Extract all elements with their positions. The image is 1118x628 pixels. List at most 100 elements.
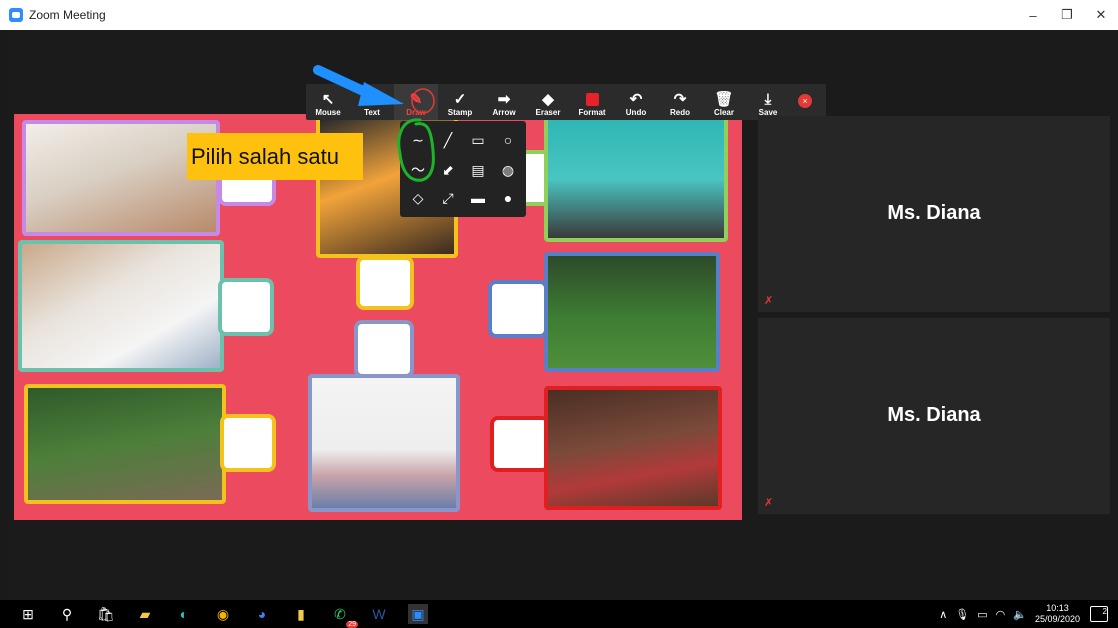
tool-label: Eraser	[535, 108, 561, 117]
tool-draw[interactable]: ✎ Draw	[394, 84, 438, 120]
photo-reading	[308, 374, 460, 512]
answer-box-reading[interactable]	[354, 320, 414, 378]
tool-label: Clear	[713, 108, 734, 117]
zoom-app-icon	[9, 8, 23, 22]
tool-stamp[interactable]: ✓ Stamp	[438, 84, 482, 120]
filled-rectangle-icon[interactable]: ▬	[464, 185, 492, 211]
volume-icon[interactable]: 🔈	[1013, 608, 1027, 621]
close-annotation-icon[interactable]: ×	[798, 94, 812, 108]
shared-worksheet	[14, 114, 742, 520]
tool-mouse[interactable]: ↖ Mouse	[306, 84, 350, 120]
notification-count: 2	[1102, 607, 1107, 616]
answer-box-singing[interactable]	[356, 256, 414, 310]
muted-mic-icon: ✗	[764, 295, 774, 307]
tool-arrow[interactable]: ➡ Arrow	[482, 84, 526, 120]
edge-icon[interactable]: ◐	[174, 604, 194, 624]
clock-date: 25/09/2020	[1034, 614, 1080, 624]
rectangle-outline-icon[interactable]: ▭	[464, 127, 492, 153]
undo-icon: ↶	[629, 90, 643, 108]
close-window-button[interactable]: ✕	[1084, 0, 1118, 30]
windows-start-icon[interactable]: ⊞	[18, 604, 38, 624]
tool-label: Undo	[625, 108, 647, 117]
draw-icon: ✎	[409, 90, 423, 108]
stamp-icon: ✓	[453, 90, 467, 108]
chrome-icon[interactable]: ◉	[213, 604, 233, 624]
filled-ellipse-icon[interactable]: ●	[494, 185, 522, 211]
taskbar-clock[interactable]: 10:13 25/09/2020	[1035, 603, 1080, 625]
tool-label: Mouse	[315, 108, 341, 117]
tool-label: Stamp	[447, 108, 473, 117]
restore-button[interactable]: ❐	[1050, 0, 1084, 30]
tool-label: Arrow	[492, 108, 516, 117]
thin-freehand-icon[interactable]: ∼	[404, 127, 432, 153]
tool-label: Redo	[670, 108, 690, 117]
photo-football	[544, 252, 720, 372]
word-icon[interactable]: W	[369, 604, 389, 624]
thick-freehand-icon[interactable]: 〜	[404, 157, 432, 183]
windows-taskbar: ⊞ ⚲ 🛍 ▰ ◐ ◉ ◕ ▮ ✆ 29 W ▣ ∧ 🎙 ▭ ◠ 🔈 10:13 …	[0, 600, 1118, 628]
trash-icon: 🗑	[714, 90, 734, 108]
tool-eraser[interactable]: ◆ Eraser	[526, 84, 570, 120]
tool-text[interactable]: T Text	[350, 84, 394, 120]
format-swatch-icon	[585, 90, 599, 108]
whatsapp-icon[interactable]: ✆ 29	[330, 604, 358, 628]
tool-undo[interactable]: ↶ Undo	[614, 84, 658, 120]
store-icon[interactable]: 🛍	[96, 604, 116, 624]
tool-clear[interactable]: 🗑 Clear	[702, 84, 746, 120]
photo-swimming	[544, 116, 728, 242]
participant-tile-1[interactable]: Ms. Diana ✗	[758, 116, 1110, 312]
tool-label: Draw	[406, 108, 426, 117]
clock-time: 10:13	[1046, 603, 1069, 613]
photo-dancing	[544, 386, 722, 510]
redo-icon: ↷	[673, 90, 687, 108]
semi-ellipse-icon[interactable]: ◍	[494, 157, 522, 183]
tool-format[interactable]: Format	[570, 84, 614, 120]
tool-label: Format	[578, 108, 606, 117]
system-tray: ∧ 🎙 ▭ ◠ 🔈 10:13 25/09/2020 2	[939, 600, 1118, 628]
format-color-swatch	[585, 92, 599, 106]
photo-bikes	[24, 384, 226, 504]
muted-mic-icon: ✗	[764, 497, 774, 509]
notification-center-icon[interactable]: 2	[1090, 606, 1108, 622]
file-explorer-icon[interactable]: ▰	[135, 604, 155, 624]
photo-children-drawing	[18, 240, 224, 372]
participant-tile-2[interactable]: Ms. Diana ✗	[758, 318, 1110, 514]
wifi-icon[interactable]: ◠	[996, 608, 1006, 621]
save-icon: ⤓	[764, 90, 772, 108]
answer-box-bikes[interactable]	[220, 414, 276, 472]
thick-line-icon[interactable]: ⬋	[434, 157, 462, 183]
arrow-icon: ➡	[497, 90, 511, 108]
participant-name: Ms. Diana	[887, 404, 981, 426]
answer-box-drawing[interactable]	[218, 278, 274, 336]
tool-label: Text	[364, 108, 380, 117]
instruction-callout: Pilih salah satu	[187, 133, 363, 180]
battery-icon[interactable]: ▭	[977, 608, 987, 621]
chevron-up-icon[interactable]: ∧	[939, 608, 947, 621]
participant-name: Ms. Diana	[887, 202, 981, 224]
diamond-outline-icon[interactable]: ◇	[404, 185, 432, 211]
window-title: Zoom Meeting	[29, 8, 106, 22]
callout-text: Pilih salah satu	[191, 143, 339, 169]
answer-box-football[interactable]	[488, 280, 548, 338]
tool-save[interactable]: ⤓ Save	[746, 84, 790, 120]
window-controls: – ❐ ✕	[1016, 0, 1118, 30]
thin-line-icon[interactable]: ╱	[434, 127, 462, 153]
title-bar: Zoom Meeting – ❐ ✕	[0, 0, 1118, 30]
mouse-pointer-icon: ↖	[321, 90, 335, 108]
whatsapp-badge: 29	[346, 621, 358, 628]
zoom-icon[interactable]: ▣	[408, 604, 428, 624]
double-arrow-icon[interactable]: ⤢	[434, 185, 462, 211]
text-icon: T	[367, 90, 377, 108]
tool-redo[interactable]: ↷ Redo	[658, 84, 702, 120]
answer-box-dancing[interactable]	[490, 416, 550, 472]
annotation-toolbar: ↖ Mouse T Text ✎ Draw ✓ Stamp ➡ Arrow ◆ Eraser…	[306, 84, 826, 120]
semi-rectangle-icon[interactable]: ▤	[464, 157, 492, 183]
sticky-notes-icon[interactable]: ▮	[291, 604, 311, 624]
eraser-icon: ◆	[542, 90, 554, 108]
ellipse-outline-icon[interactable]: ○	[494, 127, 522, 153]
minimize-button[interactable]: –	[1016, 0, 1050, 30]
draw-shape-menu: ∼ ╱ ▭ ○ 〜 ⬋ ▤ ◍ ◇ ⤢ ▬ ●	[400, 121, 526, 217]
microphone-icon[interactable]: 🎙	[955, 608, 969, 621]
browser-icon[interactable]: ◕	[252, 604, 272, 624]
search-icon[interactable]: ⚲	[57, 604, 77, 624]
